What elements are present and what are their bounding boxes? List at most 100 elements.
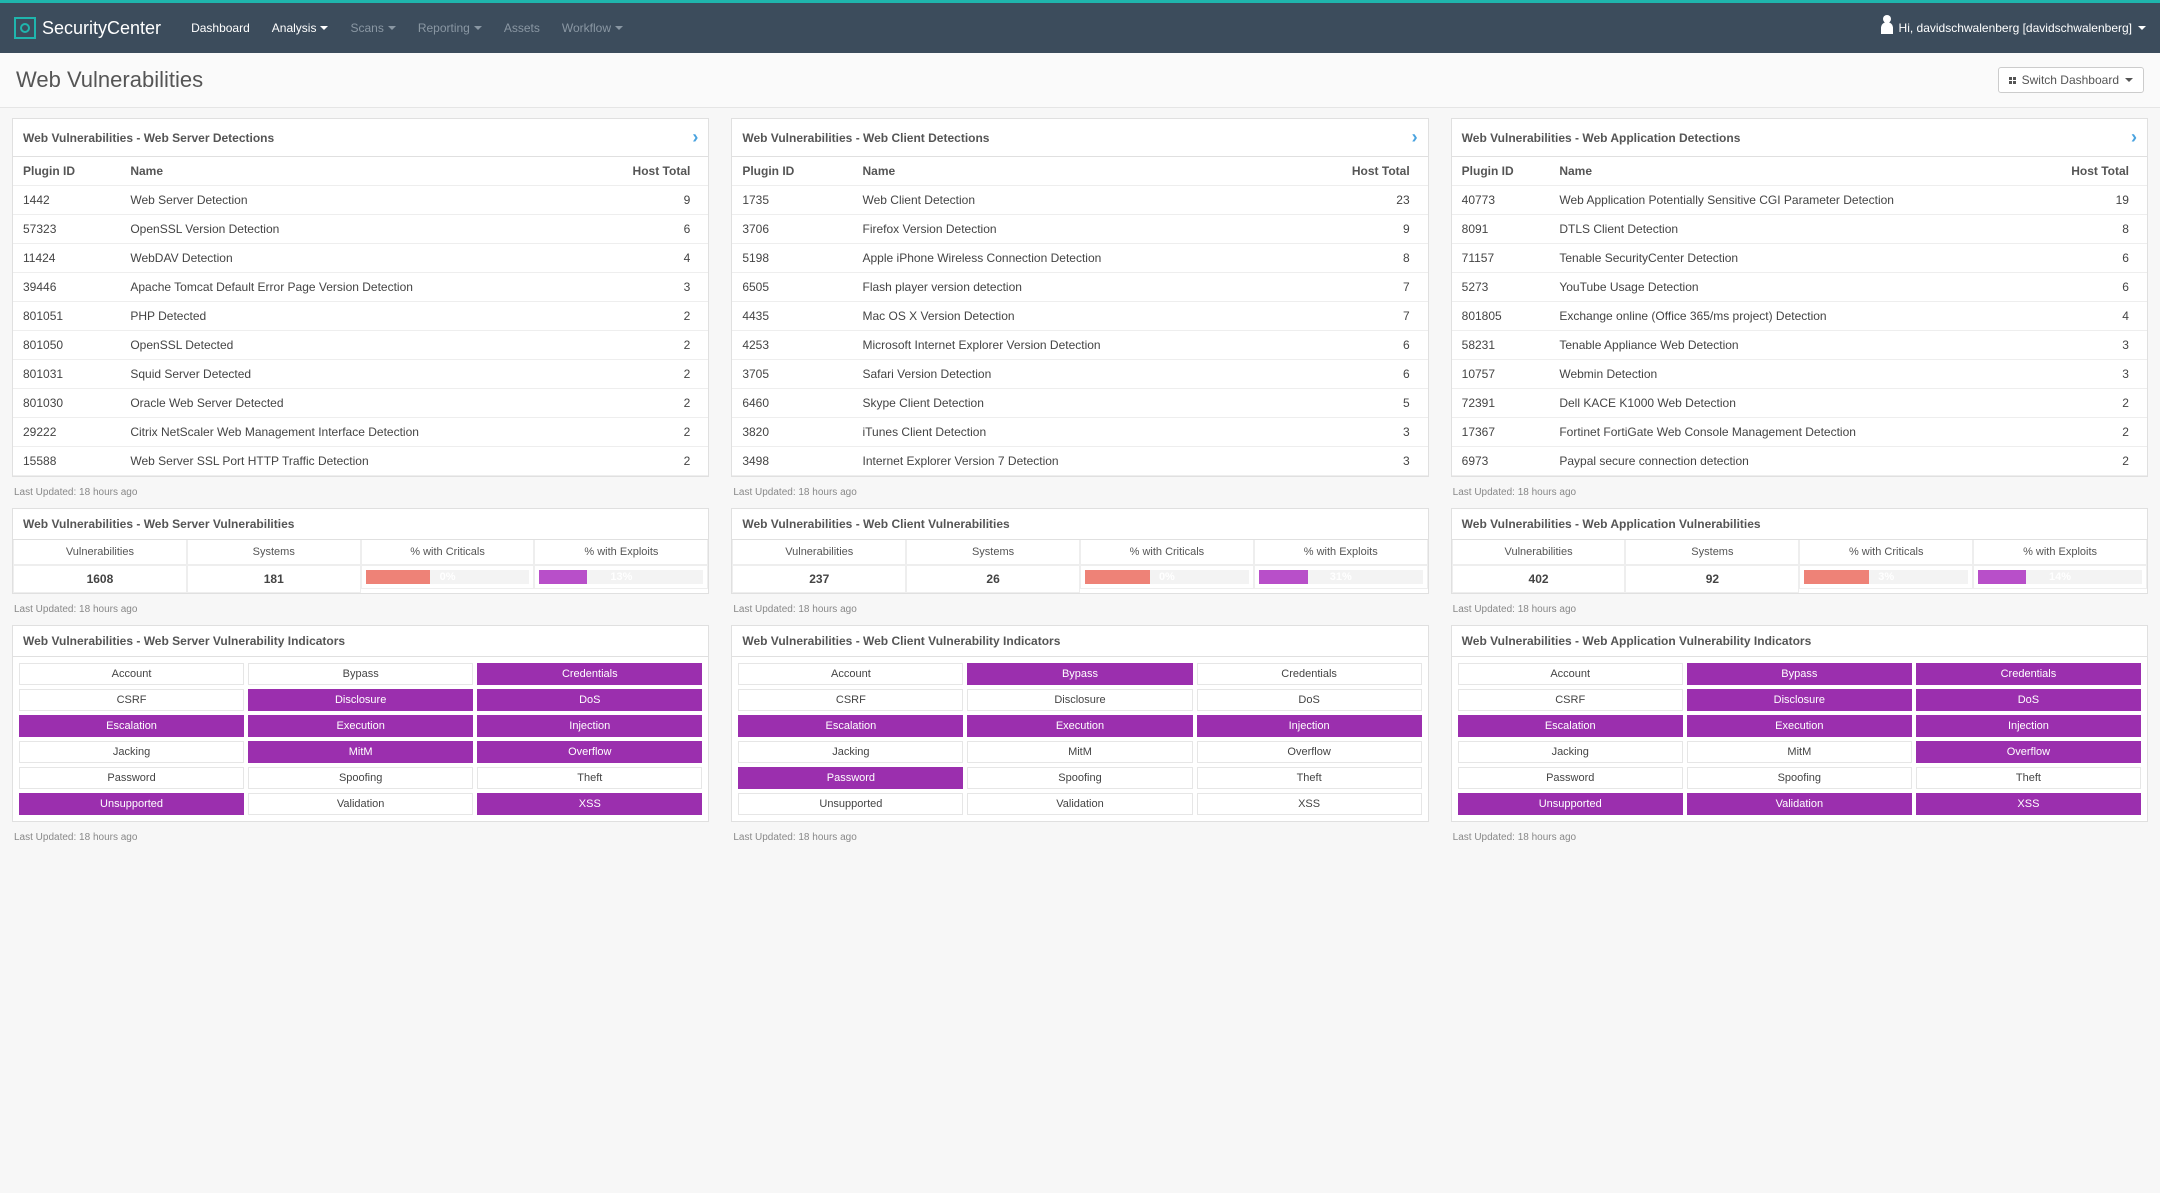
- table-row[interactable]: 801030Oracle Web Server Detected2: [13, 389, 708, 418]
- indicator-xss[interactable]: XSS: [477, 793, 702, 815]
- indicator-account[interactable]: Account: [1458, 663, 1683, 685]
- table-row[interactable]: 10757Webmin Detection3: [1452, 360, 2147, 389]
- indicator-spoofing[interactable]: Spoofing: [248, 767, 473, 789]
- indicator-mitm[interactable]: MitM: [967, 741, 1192, 763]
- table-row[interactable]: 801031Squid Server Detected2: [13, 360, 708, 389]
- stat-exploits-bar[interactable]: 13%: [534, 565, 708, 589]
- indicator-theft[interactable]: Theft: [477, 767, 702, 789]
- indicator-bypass[interactable]: Bypass: [1687, 663, 1912, 685]
- panel-header[interactable]: Web Vulnerabilities - Web Application Vu…: [1452, 626, 2147, 657]
- nav-item-scans[interactable]: Scans: [350, 21, 395, 35]
- stat-exploits-bar[interactable]: 14%: [1973, 565, 2147, 589]
- indicator-jacking[interactable]: Jacking: [19, 741, 244, 763]
- table-row[interactable]: 5198Apple iPhone Wireless Connection Det…: [732, 244, 1427, 273]
- stat-vulns[interactable]: 1608: [13, 565, 187, 593]
- panel-header[interactable]: Web Vulnerabilities - Web Application De…: [1452, 119, 2147, 157]
- table-row[interactable]: 6460Skype Client Detection5: [732, 389, 1427, 418]
- nav-item-workflow[interactable]: Workflow: [562, 21, 623, 35]
- table-row[interactable]: 72391Dell KACE K1000 Web Detection2: [1452, 389, 2147, 418]
- user-menu[interactable]: Hi, davidschwalenberg [davidschwalenberg…: [1881, 21, 2146, 35]
- table-row[interactable]: 3498Internet Explorer Version 7 Detectio…: [732, 447, 1427, 476]
- panel-header[interactable]: Web Vulnerabilities - Web Application Vu…: [1452, 509, 2147, 540]
- table-row[interactable]: 801051PHP Detected2: [13, 302, 708, 331]
- indicator-xss[interactable]: XSS: [1916, 793, 2141, 815]
- table-row[interactable]: 15588Web Server SSL Port HTTP Traffic De…: [13, 447, 708, 476]
- indicator-injection[interactable]: Injection: [1916, 715, 2141, 737]
- table-row[interactable]: 3706Firefox Version Detection9: [732, 215, 1427, 244]
- stat-criticals-bar[interactable]: 3%: [1799, 565, 1973, 589]
- indicator-jacking[interactable]: Jacking: [1458, 741, 1683, 763]
- indicator-injection[interactable]: Injection: [477, 715, 702, 737]
- table-row[interactable]: 1442Web Server Detection9: [13, 186, 708, 215]
- table-row[interactable]: 40773Web Application Potentially Sensiti…: [1452, 186, 2147, 215]
- table-row[interactable]: 17367Fortinet FortiGate Web Console Mana…: [1452, 418, 2147, 447]
- table-row[interactable]: 3820iTunes Client Detection3: [732, 418, 1427, 447]
- panel-header[interactable]: Web Vulnerabilities - Web Client Vulnera…: [732, 509, 1427, 540]
- table-row[interactable]: 801050OpenSSL Detected2: [13, 331, 708, 360]
- switch-dashboard-button[interactable]: Switch Dashboard: [1998, 67, 2144, 93]
- indicator-password[interactable]: Password: [738, 767, 963, 789]
- indicator-csrf[interactable]: CSRF: [738, 689, 963, 711]
- indicator-overflow[interactable]: Overflow: [477, 741, 702, 763]
- indicator-account[interactable]: Account: [19, 663, 244, 685]
- table-row[interactable]: 4435Mac OS X Version Detection7: [732, 302, 1427, 331]
- table-row[interactable]: 71157Tenable SecurityCenter Detection6: [1452, 244, 2147, 273]
- table-row[interactable]: 5273YouTube Usage Detection6: [1452, 273, 2147, 302]
- indicator-escalation[interactable]: Escalation: [1458, 715, 1683, 737]
- indicator-validation[interactable]: Validation: [248, 793, 473, 815]
- indicator-unsupported[interactable]: Unsupported: [1458, 793, 1683, 815]
- indicator-dos[interactable]: DoS: [1197, 689, 1422, 711]
- panel-header[interactable]: Web Vulnerabilities - Web Client Vulnera…: [732, 626, 1427, 657]
- nav-item-dashboard[interactable]: Dashboard: [191, 21, 250, 35]
- table-row[interactable]: 11424WebDAV Detection4: [13, 244, 708, 273]
- indicator-validation[interactable]: Validation: [967, 793, 1192, 815]
- indicator-credentials[interactable]: Credentials: [1916, 663, 2141, 685]
- indicator-disclosure[interactable]: Disclosure: [1687, 689, 1912, 711]
- stat-vulns[interactable]: 237: [732, 565, 906, 593]
- indicator-password[interactable]: Password: [1458, 767, 1683, 789]
- table-row[interactable]: 1735Web Client Detection23: [732, 186, 1427, 215]
- indicator-execution[interactable]: Execution: [967, 715, 1192, 737]
- indicator-password[interactable]: Password: [19, 767, 244, 789]
- indicator-account[interactable]: Account: [738, 663, 963, 685]
- table-row[interactable]: 57323OpenSSL Version Detection6: [13, 215, 708, 244]
- indicator-theft[interactable]: Theft: [1916, 767, 2141, 789]
- indicator-injection[interactable]: Injection: [1197, 715, 1422, 737]
- indicator-validation[interactable]: Validation: [1687, 793, 1912, 815]
- table-row[interactable]: 29222Citrix NetScaler Web Management Int…: [13, 418, 708, 447]
- nav-item-assets[interactable]: Assets: [504, 21, 540, 35]
- indicator-unsupported[interactable]: Unsupported: [19, 793, 244, 815]
- nav-item-analysis[interactable]: Analysis: [272, 21, 329, 35]
- table-row[interactable]: 4253Microsoft Internet Explorer Version …: [732, 331, 1427, 360]
- indicator-escalation[interactable]: Escalation: [738, 715, 963, 737]
- indicator-disclosure[interactable]: Disclosure: [967, 689, 1192, 711]
- stat-criticals-bar[interactable]: 0%: [361, 565, 535, 589]
- table-row[interactable]: 6505Flash player version detection7: [732, 273, 1427, 302]
- stat-vulns[interactable]: 402: [1452, 565, 1626, 593]
- indicator-spoofing[interactable]: Spoofing: [967, 767, 1192, 789]
- stat-criticals-bar[interactable]: 0%: [1080, 565, 1254, 589]
- indicator-dos[interactable]: DoS: [477, 689, 702, 711]
- indicator-credentials[interactable]: Credentials: [1197, 663, 1422, 685]
- stat-systems[interactable]: 181: [187, 565, 361, 593]
- indicator-disclosure[interactable]: Disclosure: [248, 689, 473, 711]
- panel-header[interactable]: Web Vulnerabilities - Web Client Detecti…: [732, 119, 1427, 157]
- table-row[interactable]: 801805Exchange online (Office 365/ms pro…: [1452, 302, 2147, 331]
- brand-logo[interactable]: SecurityCenter: [14, 17, 161, 39]
- indicator-overflow[interactable]: Overflow: [1916, 741, 2141, 763]
- indicator-execution[interactable]: Execution: [248, 715, 473, 737]
- table-row[interactable]: 6973Paypal secure connection detection2: [1452, 447, 2147, 476]
- table-row[interactable]: 8091DTLS Client Detection8: [1452, 215, 2147, 244]
- stat-exploits-bar[interactable]: 31%: [1254, 565, 1428, 589]
- indicator-mitm[interactable]: MitM: [248, 741, 473, 763]
- indicator-spoofing[interactable]: Spoofing: [1687, 767, 1912, 789]
- indicator-bypass[interactable]: Bypass: [248, 663, 473, 685]
- table-row[interactable]: 39446Apache Tomcat Default Error Page Ve…: [13, 273, 708, 302]
- indicator-overflow[interactable]: Overflow: [1197, 741, 1422, 763]
- indicator-csrf[interactable]: CSRF: [19, 689, 244, 711]
- panel-header[interactable]: Web Vulnerabilities - Web Server Detecti…: [13, 119, 708, 157]
- nav-item-reporting[interactable]: Reporting: [418, 21, 482, 35]
- indicator-unsupported[interactable]: Unsupported: [738, 793, 963, 815]
- indicator-xss[interactable]: XSS: [1197, 793, 1422, 815]
- indicator-escalation[interactable]: Escalation: [19, 715, 244, 737]
